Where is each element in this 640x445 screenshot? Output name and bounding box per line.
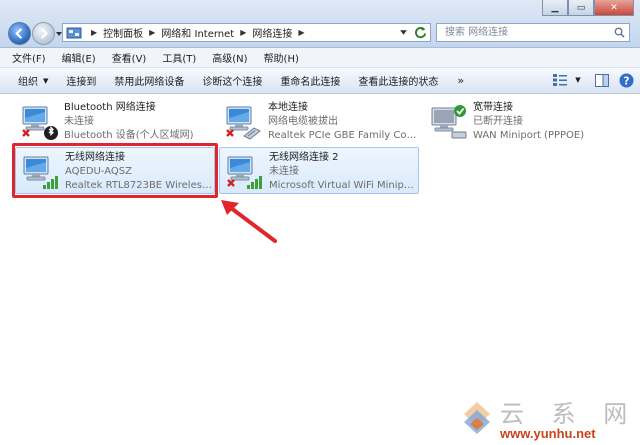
organize-label: 组织: [18, 77, 38, 88]
breadcrumb-network-connections[interactable]: 网络连接: [252, 25, 292, 40]
highlight-box: [12, 143, 218, 198]
back-button[interactable]: [8, 22, 31, 45]
bluetooth-network-icon: [22, 106, 58, 140]
menu-view[interactable]: 查看(V): [104, 50, 155, 65]
connection-details: 本地连接 网络电缆被拔出 Realtek PCIe GBE Family Con…: [268, 101, 418, 143]
watermark-logo-icon: [464, 402, 490, 434]
view-tiles-icon: [553, 74, 567, 86]
forward-button[interactable]: [32, 22, 55, 45]
connection-status: 网络电缆被拔出: [268, 116, 338, 127]
connection-name: 本地连接: [268, 102, 308, 113]
broadband-icon: [431, 105, 467, 139]
menu-file[interactable]: 文件(F): [0, 50, 54, 65]
view-status-button[interactable]: 查看此连接的状态: [349, 73, 447, 88]
connection-device: WAN Miniport (PPPOE): [473, 130, 585, 141]
ethernet-disconnected-icon: [226, 106, 261, 140]
connection-broadband[interactable]: 宽带连接 已断开连接 WAN Miniport (PPPOE): [424, 98, 624, 145]
connection-device: Microsoft Virtual WiFi Miniport...: [269, 180, 419, 191]
annotation-arrow-icon: [221, 200, 277, 243]
preview-pane-button[interactable]: [594, 72, 610, 88]
connection-details: 无线网络连接 2 未连接 Microsoft Virtual WiFi Mini…: [269, 151, 419, 193]
address-bar-area: ▁ ▭ ✕ ▶ 控制面板 ▶ 网络和 Internet ▶ 网络连接 ▶ 搜索: [0, 0, 640, 48]
refresh-icon[interactable]: [414, 26, 427, 39]
menu-edit[interactable]: 编辑(E): [54, 50, 104, 65]
arrow-left-icon: [15, 28, 23, 39]
minimize-button[interactable]: ▁: [542, 0, 568, 16]
help-icon: ?: [618, 72, 634, 88]
address-actions: [396, 24, 430, 41]
connect-to-button[interactable]: 连接到: [57, 73, 105, 88]
search-icon[interactable]: [614, 27, 625, 38]
arrow-right-icon: [40, 28, 48, 39]
search-placeholder: 搜索 网络连接: [445, 27, 509, 38]
watermark: 云 系 网 www.yunhu.net: [462, 396, 640, 445]
breadcrumb-separator[interactable]: ▶: [298, 28, 304, 37]
connection-status: 未连接: [64, 116, 94, 127]
connection-details: 宽带连接 已断开连接 WAN Miniport (PPPOE): [473, 101, 623, 143]
help-button[interactable]: ?: [618, 72, 634, 88]
view-controls: ▼ ?: [544, 72, 634, 88]
preview-pane-icon: [595, 73, 609, 87]
svg-text:?: ?: [623, 75, 629, 87]
wireless-disconnected-icon: [227, 156, 262, 189]
connection-bluetooth[interactable]: Bluetooth 网络连接 未连接 Bluetooth 设备(个人区域网): [15, 98, 215, 145]
menu-help[interactable]: 帮助(H): [256, 50, 307, 65]
menu-advanced[interactable]: 高级(N): [204, 50, 255, 65]
close-button[interactable]: ✕: [594, 0, 634, 16]
connection-name: 宽带连接: [473, 102, 513, 113]
control-panel-icon: [66, 27, 82, 39]
view-options-dropdown[interactable]: ▼: [570, 72, 586, 88]
breadcrumb-control-panel[interactable]: 控制面板: [103, 25, 143, 40]
breadcrumb-separator[interactable]: ▶: [149, 28, 155, 37]
search-input[interactable]: 搜索 网络连接: [436, 23, 630, 42]
connection-device: Realtek PCIe GBE Family Contr...: [268, 130, 418, 141]
connection-status: 已断开连接: [473, 116, 523, 127]
watermark-text: 云 系 网: [500, 400, 638, 428]
connection-local[interactable]: 本地连接 网络电缆被拔出 Realtek PCIe GBE Family Con…: [219, 98, 419, 145]
diagnose-button[interactable]: 诊断这个连接: [193, 73, 271, 88]
connection-details: Bluetooth 网络连接 未连接 Bluetooth 设备(个人区域网): [64, 101, 214, 143]
rename-button[interactable]: 重命名此连接: [271, 73, 349, 88]
maximize-button[interactable]: ▭: [568, 0, 594, 16]
command-bar: 组织 ▼ 连接到 禁用此网络设备 诊断这个连接 重命名此连接 查看此连接的状态 …: [0, 68, 640, 94]
breadcrumb-separator: ▶: [91, 28, 98, 37]
watermark-url: www.yunhu.net: [500, 426, 596, 441]
disable-device-button[interactable]: 禁用此网络设备: [105, 73, 193, 88]
connection-name: 无线网络连接 2: [269, 152, 339, 163]
menu-tools[interactable]: 工具(T): [154, 50, 204, 65]
organize-button[interactable]: 组织 ▼: [0, 73, 57, 89]
connection-wireless-2[interactable]: 无线网络连接 2 未连接 Microsoft Virtual WiFi Mini…: [219, 147, 419, 194]
menu-bar: 文件(F) 编辑(E) 查看(V) 工具(T) 高级(N) 帮助(H): [0, 48, 640, 68]
breadcrumb-separator[interactable]: ▶: [240, 28, 246, 37]
window-controls: ▁ ▭ ✕: [542, 0, 634, 16]
connection-name: Bluetooth 网络连接: [64, 102, 156, 113]
more-commands-button[interactable]: »: [447, 74, 474, 87]
address-dropdown-icon[interactable]: [399, 28, 408, 37]
chevron-down-icon: ▼: [43, 76, 49, 85]
connection-device: Bluetooth 设备(个人区域网): [64, 130, 194, 141]
breadcrumb-network-internet[interactable]: 网络和 Internet: [161, 25, 234, 40]
change-view-button[interactable]: [552, 72, 568, 88]
connection-status: 未连接: [269, 166, 299, 177]
address-field[interactable]: ▶ 控制面板 ▶ 网络和 Internet ▶ 网络连接 ▶: [62, 23, 431, 42]
